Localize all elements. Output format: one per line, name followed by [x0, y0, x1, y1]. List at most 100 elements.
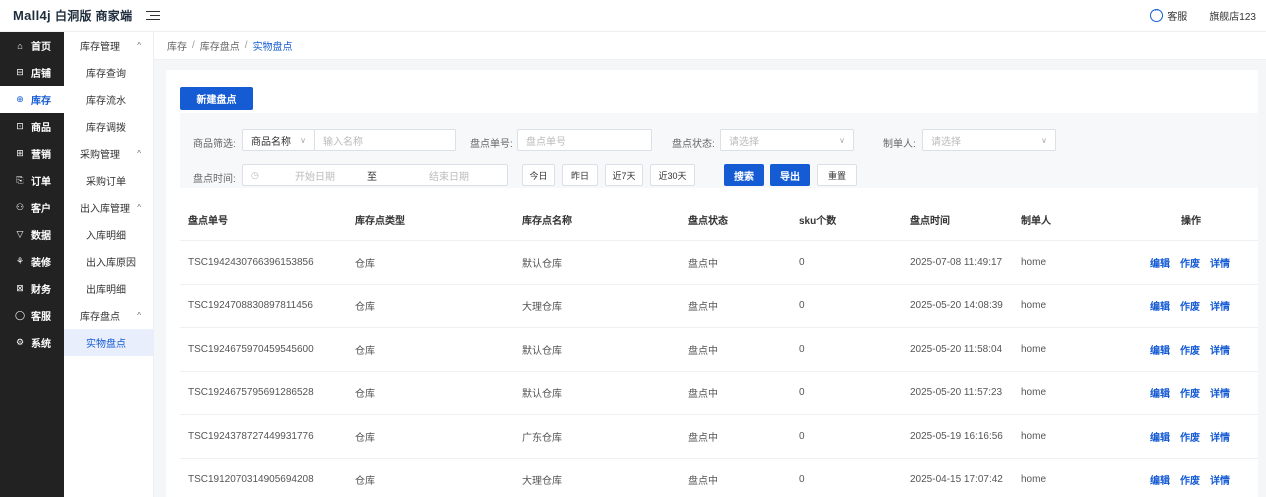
- export-button[interactable]: 导出: [770, 164, 810, 186]
- nav-item[interactable]: ⎘ 订单: [0, 167, 64, 194]
- edit-link[interactable]: 编辑: [1150, 389, 1170, 400]
- void-link[interactable]: 作废: [1180, 389, 1200, 400]
- nav-item[interactable]: ⚙ 系统: [0, 329, 64, 356]
- row-actions: 编辑 作废 详情: [1150, 255, 1240, 270]
- nav-item[interactable]: ⊟ 店铺: [0, 59, 64, 86]
- column-header: 制单人: [1021, 215, 1051, 227]
- nav-item[interactable]: ▽ 数据: [0, 221, 64, 248]
- chevron-up-icon: ^: [137, 203, 141, 212]
- search-button[interactable]: 搜索: [724, 164, 764, 186]
- nav-item[interactable]: ⊕ 库存: [0, 86, 64, 113]
- last-7-days-button[interactable]: 近7天: [605, 164, 643, 186]
- edit-link[interactable]: 编辑: [1150, 476, 1170, 487]
- table-cell: home: [1021, 387, 1047, 399]
- reset-button[interactable]: 重置: [817, 164, 857, 186]
- row-actions: 编辑 作废 详情: [1150, 429, 1240, 444]
- filter-panel: 商品筛选: 商品名称 ∨ 输入名称 盘点单号: 盘点单号 盘点状态: 请选择 ∨…: [180, 113, 1258, 188]
- nav-item[interactable]: ⚇ 客户: [0, 194, 64, 221]
- table-cell: home: [1021, 430, 1047, 442]
- void-link[interactable]: 作废: [1180, 476, 1200, 487]
- stocktake-code-placeholder: 盘点单号: [526, 136, 566, 148]
- new-stocktake-button[interactable]: 新建盘点: [180, 87, 253, 110]
- primary-sidebar: ⌂ 首页 ⊟ 店铺 ⊕ 库存 ⊡ 商品 ⊞ 营销 ⎘ 订单 ⚇ 客户 ▽ 数据 ⚘ 装修 ⊠ 财务 ◯ 客服 ⚙ 系统: [0, 32, 64, 497]
- edit-link[interactable]: 编辑: [1150, 259, 1170, 270]
- nav-item-label: 首页: [31, 42, 51, 53]
- maker-select[interactable]: 请选择 ∨: [922, 129, 1056, 151]
- row-actions: 编辑 作废 详情: [1150, 342, 1240, 357]
- table-row: TSC1924675795691286528 仓库 默认仓库 盘点中 0 2025-05-…: [180, 372, 1258, 415]
- customer-service-link[interactable]: 客服: [1150, 6, 1187, 23]
- void-link[interactable]: 作废: [1180, 302, 1200, 313]
- submenu-item[interactable]: 库存调拨: [64, 113, 153, 140]
- void-link[interactable]: 作废: [1180, 346, 1200, 357]
- menu-fold-icon[interactable]: [146, 10, 161, 22]
- column-header: 盘点状态: [688, 215, 728, 227]
- nav-item-label: 商品: [31, 123, 51, 134]
- table-cell: TSC1924675795691286528: [188, 387, 314, 399]
- table-cell: 0: [799, 387, 805, 399]
- nav-item[interactable]: ⌂ 首页: [0, 32, 64, 59]
- table-cell: 仓库: [355, 345, 375, 357]
- yesterday-button[interactable]: 昨日: [562, 164, 598, 186]
- submenu-group[interactable]: 采购管理 ^: [64, 140, 153, 167]
- logo[interactable]: Mall4j 白洞版 商家端: [13, 7, 132, 24]
- logo-subtitle: 白洞版 商家端: [54, 9, 133, 23]
- today-button[interactable]: 今日: [522, 164, 555, 186]
- detail-link[interactable]: 详情: [1210, 476, 1230, 487]
- submenu-group[interactable]: 库存盘点 ^: [64, 302, 153, 329]
- detail-link[interactable]: 详情: [1210, 259, 1230, 270]
- breadcrumb-level-1[interactable]: 库存: [167, 38, 187, 53]
- detail-link[interactable]: 详情: [1210, 389, 1230, 400]
- void-link[interactable]: 作废: [1180, 433, 1200, 444]
- nav-item[interactable]: ⊠ 财务: [0, 275, 64, 302]
- nav-item-label: 系统: [31, 339, 51, 350]
- submenu-item-label: 出库明细: [86, 285, 126, 296]
- edit-link[interactable]: 编辑: [1150, 346, 1170, 357]
- table-cell: 2025-05-20 11:57:23: [910, 387, 1003, 399]
- nav-item-label: 客服: [31, 312, 51, 323]
- submenu-item-label: 入库明细: [86, 231, 126, 242]
- stocktake-status-select[interactable]: 请选择 ∨: [720, 129, 854, 151]
- submenu-item[interactable]: 采购订单: [64, 167, 153, 194]
- last-30-days-button[interactable]: 近30天: [650, 164, 695, 186]
- nav-item[interactable]: ◯ 客服: [0, 302, 64, 329]
- edit-link[interactable]: 编辑: [1150, 433, 1170, 444]
- table-cell: home: [1021, 474, 1047, 486]
- nav-item[interactable]: ⊞ 营销: [0, 140, 64, 167]
- nav-item[interactable]: ⚘ 装修: [0, 248, 64, 275]
- row-actions: 编辑 作废 详情: [1150, 472, 1240, 487]
- shop-name[interactable]: 旗舰店123: [1209, 8, 1256, 23]
- submenu-group[interactable]: 出入库管理 ^: [64, 194, 153, 221]
- submenu-item[interactable]: 库存流水: [64, 86, 153, 113]
- date-range-picker[interactable]: ◷ 开始日期 至 结束日期: [242, 164, 508, 186]
- submenu-item[interactable]: 库存查询: [64, 59, 153, 86]
- product-name-placeholder: 输入名称: [323, 136, 363, 148]
- table-row: TSC1924675970459545600 仓库 默认仓库 盘点中 0 2025-05-…: [180, 328, 1258, 372]
- detail-link[interactable]: 详情: [1210, 346, 1230, 357]
- table-cell: 0: [799, 256, 805, 268]
- system-icon: ⚙: [15, 337, 25, 347]
- table-body: TSC1942430766396153856 仓库 默认仓库 盘点中 0 2025-07-…: [180, 241, 1258, 497]
- submenu-item[interactable]: 实物盘点: [64, 329, 153, 356]
- table-cell: home: [1021, 300, 1047, 312]
- void-link[interactable]: 作废: [1180, 259, 1200, 270]
- submenu-item[interactable]: 入库明细: [64, 221, 153, 248]
- table-cell: 大理仓库: [522, 476, 562, 488]
- inventory-icon: ⊕: [16, 94, 24, 104]
- product-filter-type-select[interactable]: 商品名称 ∨: [242, 129, 315, 151]
- column-header: sku个数: [799, 215, 837, 227]
- submenu-item[interactable]: 出入库原因: [64, 248, 153, 275]
- nav-item[interactable]: ⊡ 商品: [0, 113, 64, 140]
- stocktake-code-input[interactable]: 盘点单号: [517, 129, 652, 151]
- edit-link[interactable]: 编辑: [1150, 302, 1170, 313]
- product-name-input[interactable]: 输入名称: [314, 129, 456, 151]
- detail-link[interactable]: 详情: [1210, 302, 1230, 313]
- submenu-group[interactable]: 库存管理 ^: [64, 32, 153, 59]
- table-cell: 默认仓库: [522, 345, 562, 357]
- table-cell: TSC1942430766396153856: [188, 256, 314, 268]
- submenu-item[interactable]: 出库明细: [64, 275, 153, 302]
- detail-link[interactable]: 详情: [1210, 433, 1230, 444]
- breadcrumb-level-2[interactable]: 库存盘点: [200, 38, 240, 53]
- top-bar: Mall4j白洞版 商家端 客服 旗舰店123: [0, 0, 1266, 32]
- nav-item-label: 订单: [31, 177, 51, 188]
